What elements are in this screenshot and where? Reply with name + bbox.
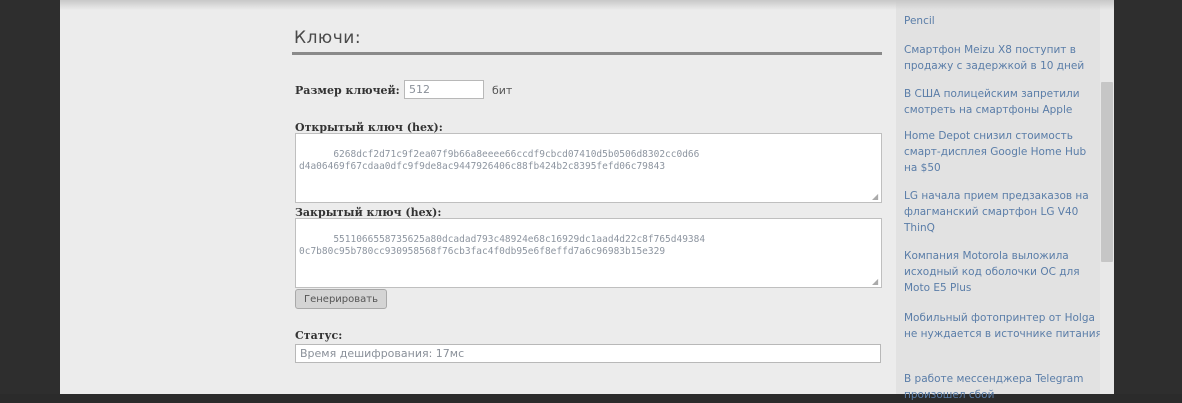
left-background xyxy=(0,0,60,394)
status-label: Статус: xyxy=(295,329,343,342)
private-key-value: 5511066558735625a80dcadad793c48924e68c16… xyxy=(299,234,706,257)
news-link[interactable]: В США полицейским запретили смотреть на … xyxy=(904,86,1102,118)
page: Ключи: Размер ключей: бит Открытый ключ … xyxy=(60,0,1114,401)
resize-grip-icon[interactable]: ◢ xyxy=(872,278,880,286)
title-divider xyxy=(292,52,882,55)
news-link[interactable]: Смартфон Meizu X8 поступит в продажу с з… xyxy=(904,42,1102,74)
news-link[interactable]: Home Depot снизил стоимость смарт-диспле… xyxy=(904,128,1102,176)
right-background xyxy=(1114,0,1182,394)
scrollbar-thumb[interactable] xyxy=(1101,82,1113,262)
key-size-input[interactable] xyxy=(404,80,484,99)
news-link[interactable]: Мобильный фотопринтер от Holga не нуждае… xyxy=(904,310,1102,342)
news-link[interactable]: Pencil xyxy=(904,13,1102,29)
generate-button[interactable]: Генерировать xyxy=(295,289,387,309)
private-key-textarea[interactable]: 5511066558735625a80dcadad793c48924e68c16… xyxy=(295,218,882,288)
status-field[interactable] xyxy=(295,344,881,363)
news-sidebar: Pencil Смартфон Meizu X8 поступит в прод… xyxy=(896,0,1114,401)
news-link[interactable]: В работе мессенджера Telegram произошел … xyxy=(904,371,1102,403)
public-key-textarea[interactable]: 6268dcf2d71c9f2ea07f9b66a8eeee66ccdf9cbc… xyxy=(295,133,882,203)
scrollbar[interactable] xyxy=(1100,0,1114,394)
news-link[interactable]: Компания Motorola выложила исходный код … xyxy=(904,248,1102,296)
resize-grip-icon[interactable]: ◢ xyxy=(872,193,880,201)
key-size-unit: бит xyxy=(492,84,513,97)
public-key-value: 6268dcf2d71c9f2ea07f9b66a8eeee66ccdf9cbc… xyxy=(299,149,700,172)
main-content: Ключи: Размер ключей: бит Открытый ключ … xyxy=(60,0,896,394)
section-title: Ключи: xyxy=(294,28,362,48)
key-size-label: Размер ключей: xyxy=(295,84,400,97)
news-link[interactable]: LG начала прием предзаказов на флагманск… xyxy=(904,188,1102,236)
top-shadow xyxy=(60,0,1114,10)
